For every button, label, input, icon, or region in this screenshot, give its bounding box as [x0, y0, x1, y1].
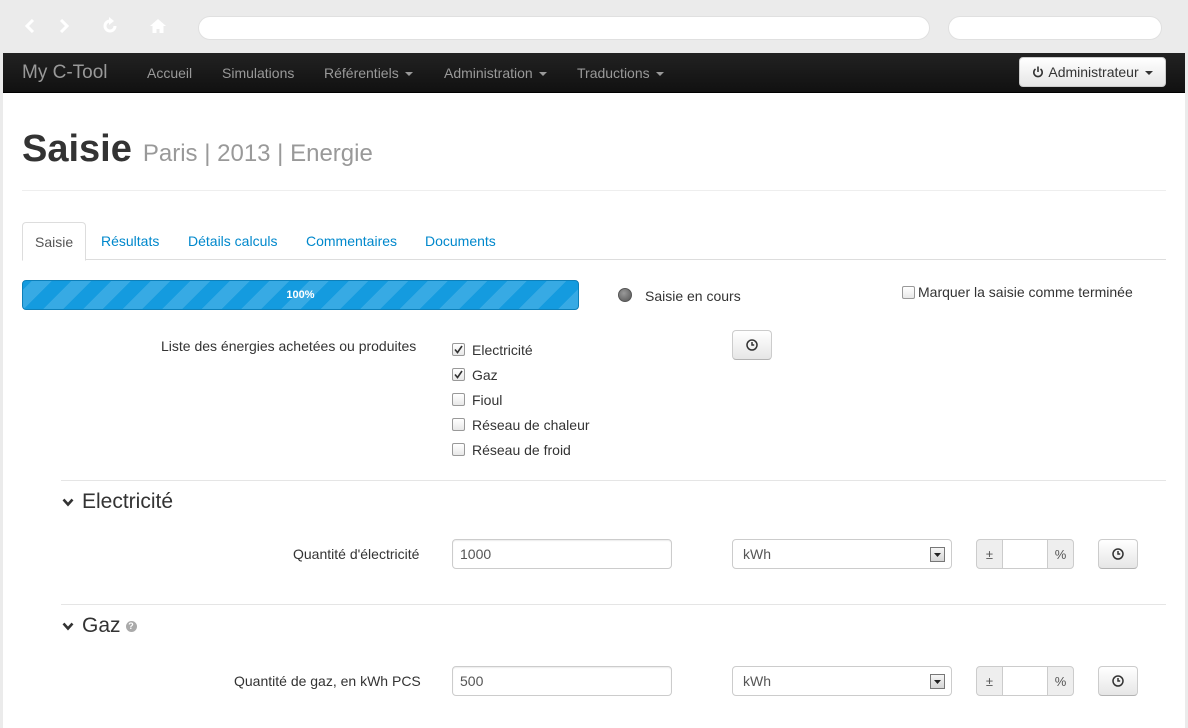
- clock-icon: [1112, 548, 1124, 560]
- url-bar[interactable]: [198, 16, 930, 40]
- chevron-down-icon: [62, 498, 74, 506]
- nav-label: Accueil: [147, 65, 193, 81]
- energy-option-reseau-chaleur[interactable]: Réseau de chaleur: [452, 412, 590, 437]
- checkbox-checked[interactable]: [452, 343, 465, 356]
- back-icon[interactable]: [18, 14, 42, 38]
- section-header-gaz[interactable]: Gaz ?: [62, 614, 137, 638]
- divider: [22, 190, 1166, 191]
- section-title: Electricité: [82, 490, 174, 513]
- nav-label: Référentiels: [324, 65, 399, 81]
- checkbox[interactable]: [452, 418, 465, 431]
- dropdown-arrow-icon[interactable]: [930, 547, 945, 562]
- tab-saisie[interactable]: Saisie: [22, 222, 87, 261]
- dropdown-arrow-icon[interactable]: [930, 674, 945, 689]
- energy-option-electricite[interactable]: Electricité: [452, 337, 590, 362]
- user-menu-button[interactable]: Administrateur: [1019, 57, 1166, 87]
- electricite-unit-select[interactable]: kWh: [732, 539, 952, 569]
- nav-accueil[interactable]: Accueil: [147, 65, 192, 81]
- section-header-electricite[interactable]: Electricité: [62, 490, 173, 514]
- checkbox[interactable]: [902, 285, 915, 299]
- chevron-down-icon: [62, 622, 74, 630]
- electricite-uncertainty-input[interactable]: [1003, 539, 1047, 569]
- top-navbar: My C-Tool Accueil Simulations Référentie…: [3, 53, 1185, 93]
- page-title-text: Saisie: [22, 128, 132, 170]
- nav-label: Traductions: [577, 65, 650, 81]
- nav-label: Administration: [444, 65, 533, 81]
- forward-icon[interactable]: [52, 14, 76, 38]
- clock-icon: [746, 339, 758, 351]
- tab-documents[interactable]: Documents: [425, 222, 496, 260]
- nav-administration[interactable]: Administration: [444, 65, 547, 81]
- caret-down-icon: [404, 71, 413, 76]
- help-icon[interactable]: ?: [125, 620, 137, 632]
- nav-label: Simulations: [222, 65, 295, 81]
- percent-addon: %: [1047, 539, 1074, 569]
- energy-option-reseau-froid[interactable]: Réseau de froid: [452, 437, 590, 462]
- progress-bar: 100%: [22, 280, 579, 310]
- page-title: Saisie Paris | 2013 | Energie: [22, 130, 373, 168]
- energy-option-label: Réseau de froid: [472, 441, 571, 458]
- electricite-uncertainty-group: ± %: [976, 539, 1074, 569]
- page-subtitle: Paris | 2013 | Energie: [142, 140, 373, 167]
- nav-referentiels[interactable]: Référentiels: [324, 65, 413, 81]
- field-label: Quantité de gaz, en kWh PCS: [234, 673, 421, 689]
- home-icon[interactable]: [146, 14, 170, 38]
- mark-complete-checkbox[interactable]: Marquer la saisie comme terminée: [902, 284, 1133, 300]
- page-viewport: My C-Tool Accueil Simulations Référentie…: [3, 53, 1185, 728]
- power-icon: [1033, 66, 1044, 78]
- energy-option-label: Electricité: [472, 341, 533, 358]
- energy-option-label: Fioul: [472, 391, 503, 408]
- reload-icon[interactable]: [98, 14, 122, 38]
- energy-option-fioul[interactable]: Fioul: [452, 387, 590, 412]
- browser-chrome: [0, 0, 1188, 52]
- user-label: Administrateur: [1048, 64, 1139, 80]
- gaz-uncertainty-group: ± %: [976, 666, 1074, 696]
- section-title: Gaz: [82, 614, 121, 637]
- tab-bar: Saisie Résultats Détails calculs Comment…: [22, 222, 1166, 261]
- energy-option-label: Réseau de chaleur: [472, 416, 590, 433]
- caret-down-icon: [538, 71, 547, 76]
- divider: [61, 604, 1166, 605]
- tab-commentaires[interactable]: Commentaires: [306, 222, 397, 260]
- checkbox[interactable]: [452, 443, 465, 456]
- energies-label: Liste des énergies achetées ou produites: [161, 338, 417, 354]
- nav-simulations[interactable]: Simulations: [222, 65, 294, 81]
- nav-traductions[interactable]: Traductions: [577, 65, 664, 81]
- brand-logo[interactable]: My C-Tool: [22, 62, 108, 84]
- plusminus-addon: ±: [976, 539, 1003, 569]
- gaz-history-button[interactable]: [1098, 666, 1138, 696]
- energies-history-button[interactable]: [732, 330, 772, 360]
- field-label: Quantité d'électricité: [293, 546, 420, 562]
- divider: [61, 480, 1166, 481]
- energy-option-gaz[interactable]: Gaz: [452, 362, 590, 387]
- caret-down-icon: [655, 71, 664, 76]
- gaz-quantity-input[interactable]: 500: [452, 666, 672, 696]
- select-value: kWh: [743, 546, 771, 562]
- energy-option-label: Gaz: [472, 366, 498, 383]
- status-text: Saisie en cours: [645, 288, 741, 304]
- energies-checkbox-list: Electricité Gaz Fioul Réseau de chaleur …: [452, 337, 590, 462]
- electricite-history-button[interactable]: [1098, 539, 1138, 569]
- caret-down-icon: [1144, 70, 1153, 75]
- input-value: 1000: [460, 546, 492, 562]
- input-value: 500: [460, 673, 484, 689]
- select-value: kWh: [743, 673, 771, 689]
- gaz-unit-select[interactable]: kWh: [732, 666, 952, 696]
- clock-icon: [1112, 675, 1124, 687]
- progress-label: 100%: [286, 289, 315, 301]
- mark-complete-label: Marquer la saisie comme terminée: [918, 284, 1133, 300]
- tab-resultats[interactable]: Résultats: [101, 222, 159, 260]
- browser-search-bar[interactable]: [948, 16, 1162, 40]
- percent-addon: %: [1047, 666, 1074, 696]
- gaz-uncertainty-input[interactable]: [1003, 666, 1047, 696]
- plusminus-addon: ±: [976, 666, 1003, 696]
- checkbox-checked[interactable]: [452, 368, 465, 381]
- status-indicator-icon: [618, 288, 632, 302]
- checkbox[interactable]: [452, 393, 465, 406]
- tab-details-calculs[interactable]: Détails calculs: [188, 222, 277, 260]
- electricite-quantity-input[interactable]: 1000: [452, 539, 672, 569]
